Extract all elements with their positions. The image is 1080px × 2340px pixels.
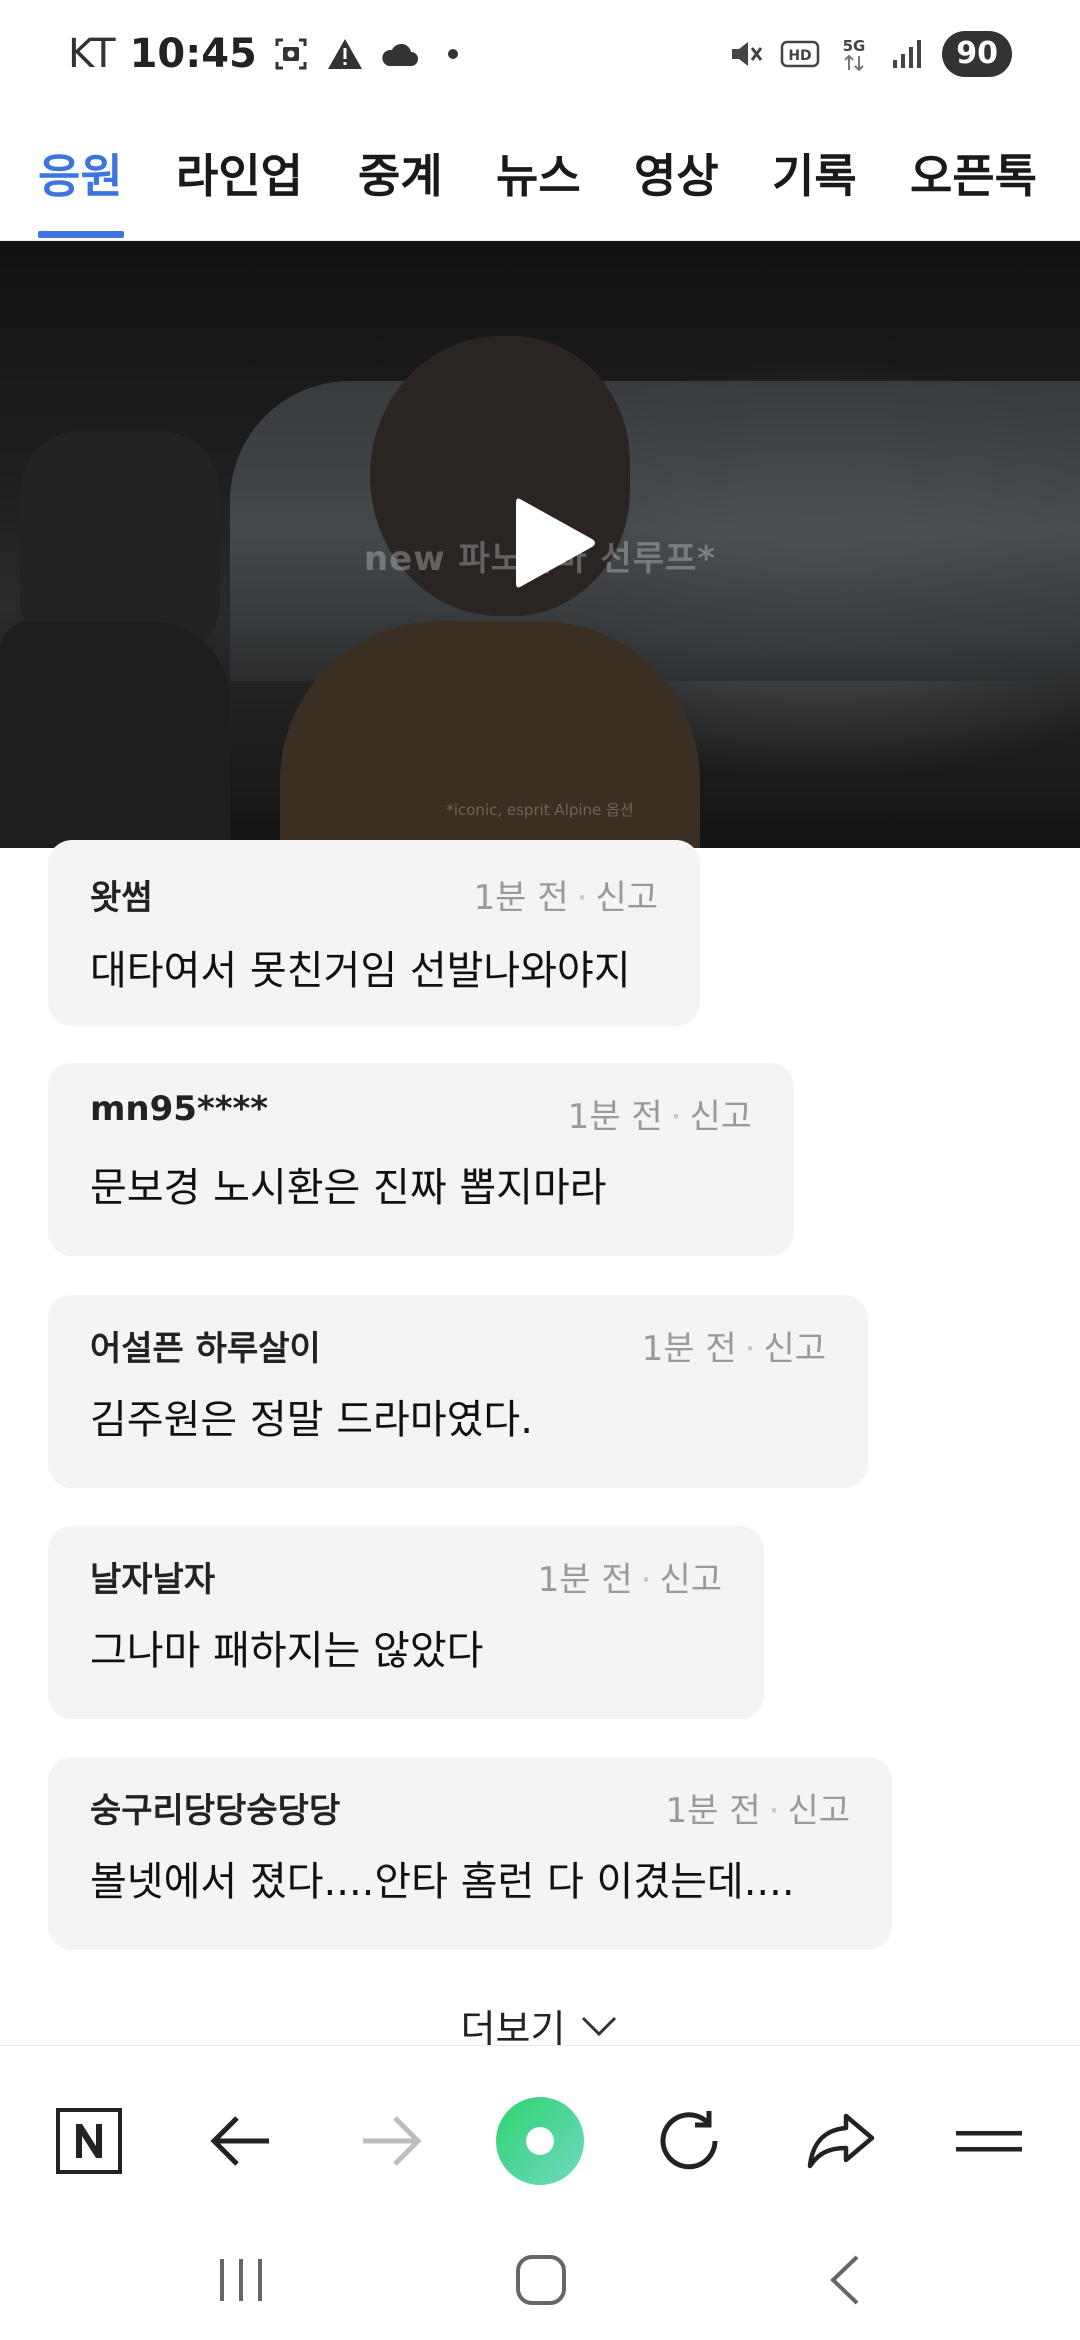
tab-records[interactable]: 기록: [772, 125, 857, 221]
system-nav-bar: [0, 2220, 1080, 2340]
comment-time: 1분 전: [567, 1097, 663, 1137]
comment-user: mn95****: [90, 1089, 269, 1129]
clock: 10:45: [129, 31, 257, 77]
comment-text: 그나마 패하지는 않았다: [90, 1628, 484, 1674]
home-icon[interactable]: [496, 2240, 586, 2320]
comment-time: 1분 전: [537, 1560, 633, 1600]
warning-icon: [325, 34, 365, 74]
tab-opentalk[interactable]: 오픈톡: [910, 125, 1037, 221]
report-button[interactable]: 신고: [595, 878, 658, 918]
status-bar: KT 10:45 HD 5G 90: [0, 0, 1080, 105]
green-dot-icon[interactable]: [485, 2086, 595, 2196]
comment-item: 왓썸 1분 전 · 신고 대타여서 못친거임 선발나와야지: [48, 840, 700, 1026]
screenshot-icon: [271, 34, 311, 74]
tab-bar: 응원 라인업 중계 뉴스 영상 기록 오픈톡: [0, 105, 1080, 241]
tab-cheer[interactable]: 응원: [38, 125, 123, 221]
comment-time: 1분 전: [641, 1329, 737, 1369]
carrier-label: KT: [68, 31, 116, 77]
comment-item: 어설픈 하루살이 1분 전 · 신고 김주원은 정말 드라마였다.: [48, 1295, 868, 1488]
comment-item: mn95**** 1분 전 · 신고 문보경 노시환은 진짜 뽑지마라: [48, 1063, 794, 1256]
comment-user: 날자날자: [90, 1560, 216, 1600]
5g-icon: 5G: [834, 34, 874, 74]
comment-text: 볼넷에서 졌다....안타 홈런 다 이겼는데....: [90, 1859, 795, 1905]
comment-user: 숭구리당당숭당당: [90, 1791, 341, 1831]
comment-text: 김주원은 정말 드라마였다.: [90, 1397, 533, 1443]
report-button[interactable]: 신고: [659, 1560, 722, 1600]
naver-home-icon[interactable]: [34, 2086, 144, 2196]
comment-meta: 1분 전 · 신고: [473, 878, 658, 918]
comment-time: 1분 전: [665, 1791, 761, 1831]
play-icon[interactable]: [508, 493, 598, 593]
comment-meta: 1분 전 · 신고: [567, 1097, 752, 1137]
comment-text: 대타여서 못친거임 선발나와야지: [90, 948, 631, 994]
battery-level: 90: [942, 31, 1012, 77]
cloud-icon: [379, 34, 419, 74]
comment-meta: 1분 전 · 신고: [537, 1560, 722, 1600]
tab-broadcast[interactable]: 중계: [358, 125, 443, 221]
comment-text: 문보경 노시환은 진짜 뽑지마라: [90, 1165, 607, 1211]
video-fine-print: *iconic, esprit Alpine 옵션: [446, 801, 634, 819]
tab-video[interactable]: 영상: [634, 125, 719, 221]
browser-toolbar: [0, 2045, 1080, 2240]
comment-time: 1분 전: [473, 878, 569, 918]
comment-user: 왓썸: [90, 878, 153, 918]
signal-icon: [888, 34, 928, 74]
comment-item: 숭구리당당숭당당 1분 전 · 신고 볼넷에서 졌다....안타 홈런 다 이겼는데…: [48, 1757, 892, 1950]
svg-text:5G: 5G: [843, 37, 866, 55]
report-button[interactable]: 신고: [763, 1329, 826, 1369]
tab-lineup[interactable]: 라인업: [176, 125, 303, 221]
comment-meta: 1분 전 · 신고: [665, 1791, 850, 1831]
comment-user: 어설픈 하루살이: [90, 1329, 321, 1369]
tab-news[interactable]: 뉴스: [496, 125, 581, 221]
video-player[interactable]: new 파노라마 선루프* *iconic, esprit Alpine 옵션: [0, 241, 1080, 848]
svg-text:HD: HD: [789, 48, 812, 64]
hd-icon: HD: [780, 34, 820, 74]
refresh-icon[interactable]: [634, 2086, 744, 2196]
forward-arrow-icon[interactable]: [336, 2086, 446, 2196]
report-button[interactable]: 신고: [689, 1097, 752, 1137]
share-icon[interactable]: [786, 2086, 896, 2196]
dot-icon: [433, 34, 473, 74]
comment-meta: 1분 전 · 신고: [641, 1329, 826, 1369]
report-button[interactable]: 신고: [787, 1791, 850, 1831]
comment-item: 날자날자 1분 전 · 신고 그나마 패하지는 않았다: [48, 1526, 764, 1719]
back-icon[interactable]: [800, 2240, 890, 2320]
menu-icon[interactable]: [934, 2086, 1044, 2196]
chevron-down-icon: [582, 2016, 617, 2036]
mute-icon: [726, 34, 766, 74]
active-tab-indicator: [38, 231, 124, 238]
back-arrow-icon[interactable]: [186, 2086, 296, 2196]
recents-icon[interactable]: [196, 2240, 286, 2320]
